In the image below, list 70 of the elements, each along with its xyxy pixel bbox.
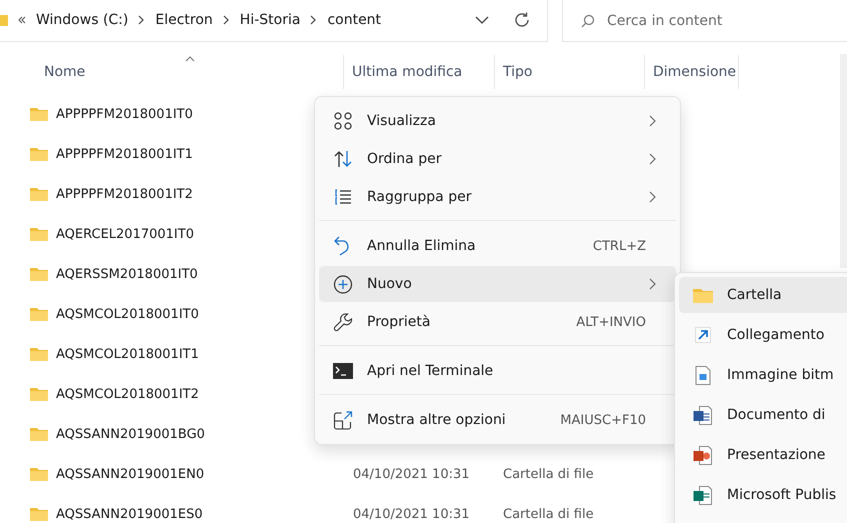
folder-icon <box>30 387 48 401</box>
menu-item[interactable]: Cartella <box>679 277 847 313</box>
column-header[interactable]: Ultima modifica <box>344 55 495 89</box>
file-name[interactable]: AQSMCOL2018001IT1 <box>56 346 199 362</box>
folder-icon <box>30 267 48 281</box>
refresh-icon[interactable] <box>513 10 531 28</box>
terminal-icon <box>333 363 353 379</box>
menu-item[interactable]: Nuovo <box>319 266 676 302</box>
menu-item[interactable]: Mostra altre opzioni MAIUSC+F10 <box>319 402 676 438</box>
column-header[interactable]: Dimensione <box>645 55 739 89</box>
menu-item[interactable]: Presentazione <box>679 437 847 473</box>
menu-item[interactable]: Apri nel Terminale <box>319 353 676 389</box>
menu-item[interactable]: Proprietà ALT+INVIO <box>319 304 676 340</box>
menu-item[interactable]: Immagine bitm <box>679 357 847 393</box>
folder-icon <box>30 227 48 241</box>
file-name[interactable]: AQSSANN2019001EN0 <box>56 466 204 482</box>
table-cell: Cartella di file <box>503 506 594 522</box>
search-icon <box>581 14 595 28</box>
file-name[interactable]: APPPPFM2018001IT0 <box>56 106 193 122</box>
wrench-icon <box>333 312 353 332</box>
chevron-icon <box>138 14 146 24</box>
folder-icon <box>30 427 48 441</box>
sort-caret-icon <box>185 56 195 62</box>
presentation-icon <box>693 446 713 464</box>
menu-item[interactable]: Annulla Elimina CTRL+Z <box>319 228 676 264</box>
image-file-icon <box>693 366 713 384</box>
file-name[interactable]: APPPPFM2018001IT2 <box>56 186 193 202</box>
file-name[interactable]: APPPPFM2018001IT1 <box>56 146 193 162</box>
address-bar[interactable]: Windows (C:) Electron Hi-Storia content <box>0 0 548 42</box>
menu-item[interactable]: Visualizza <box>319 103 676 139</box>
folder-icon <box>0 12 8 26</box>
folder-icon <box>693 288 713 302</box>
file-name[interactable]: AQSSANN2019001ES0 <box>56 506 203 522</box>
folder-icon <box>30 507 48 521</box>
breadcrumb[interactable]: Hi-Storia <box>240 12 300 28</box>
document-icon <box>693 406 713 424</box>
table-cell: Cartella di file <box>503 466 594 482</box>
menu-item[interactable]: Microsoft Publis <box>679 477 847 513</box>
table-cell-text: 04/10/2021 10:31 <box>353 466 471 482</box>
folder-icon <box>30 147 48 161</box>
list-icon <box>333 188 353 206</box>
column-header[interactable]: Tipo <box>495 55 645 89</box>
search-field[interactable]: Cerca in content <box>607 0 847 41</box>
breadcrumb[interactable]: content <box>327 12 382 28</box>
table-cell-text: 04/10/2021 10:31 <box>353 506 471 522</box>
menu-item[interactable]: Ordina per <box>319 141 676 177</box>
grid-icon <box>333 112 353 130</box>
folder-icon <box>30 307 48 321</box>
column-header[interactable]: Nome <box>0 55 344 89</box>
dropdown-icon[interactable] <box>475 16 489 24</box>
double-chevron-icon[interactable] <box>18 16 26 24</box>
file-name[interactable]: AQSMCOL2018001IT0 <box>56 306 199 322</box>
file-name[interactable]: AQERCEL2017001IT0 <box>56 226 194 242</box>
folder-icon <box>30 187 48 201</box>
chevron-icon <box>310 14 318 24</box>
breadcrumb[interactable]: Electron <box>155 12 213 28</box>
chevron-icon <box>222 14 230 24</box>
file-name[interactable]: AQERSSM2018001IT0 <box>56 266 198 282</box>
share-window-icon <box>333 410 353 430</box>
menu-item[interactable]: Collegamento <box>679 317 847 353</box>
plus-circle-icon <box>333 274 353 294</box>
sort-icon <box>333 150 353 168</box>
folder-icon <box>30 107 48 121</box>
breadcrumb[interactable]: Windows (C:) <box>36 12 128 28</box>
menu-item[interactable]: Raggruppa per <box>319 179 676 215</box>
file-name[interactable]: AQSMCOL2018001IT2 <box>56 386 199 402</box>
file-name[interactable]: AQSSANN2019001BG0 <box>56 426 205 442</box>
menu-item[interactable]: Documento di <box>679 397 847 433</box>
folder-icon <box>30 347 48 361</box>
folder-icon <box>30 467 48 481</box>
